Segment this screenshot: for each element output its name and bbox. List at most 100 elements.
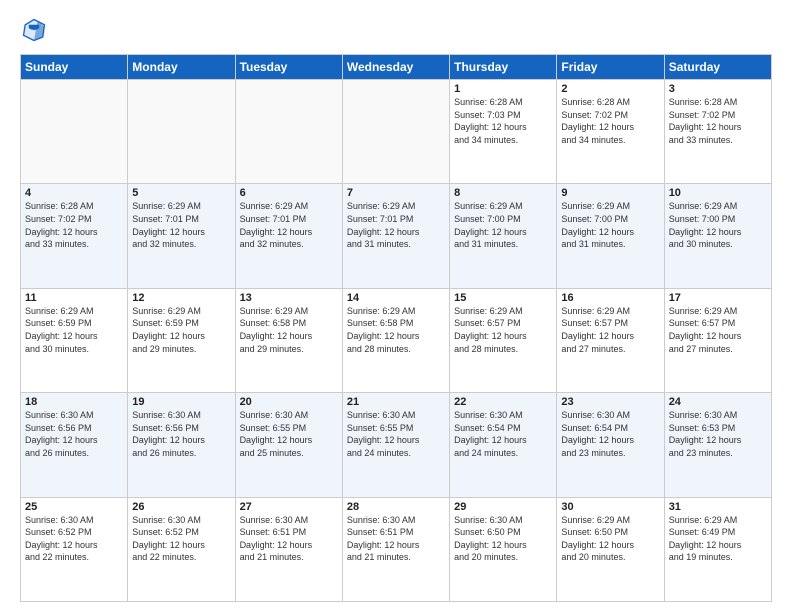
day-info: Sunrise: 6:29 AM Sunset: 6:58 PM Dayligh… [347, 305, 445, 355]
day-info: Sunrise: 6:29 AM Sunset: 7:00 PM Dayligh… [561, 200, 659, 250]
header-thursday: Thursday [450, 55, 557, 80]
day-cell: 24Sunrise: 6:30 AM Sunset: 6:53 PM Dayli… [664, 393, 771, 497]
header-tuesday: Tuesday [235, 55, 342, 80]
day-info: Sunrise: 6:30 AM Sunset: 6:52 PM Dayligh… [132, 514, 230, 564]
day-cell: 21Sunrise: 6:30 AM Sunset: 6:55 PM Dayli… [342, 393, 449, 497]
day-info: Sunrise: 6:29 AM Sunset: 6:59 PM Dayligh… [132, 305, 230, 355]
day-info: Sunrise: 6:29 AM Sunset: 7:01 PM Dayligh… [240, 200, 338, 250]
week-row-4: 18Sunrise: 6:30 AM Sunset: 6:56 PM Dayli… [21, 393, 772, 497]
day-info: Sunrise: 6:30 AM Sunset: 6:53 PM Dayligh… [669, 409, 767, 459]
day-cell: 16Sunrise: 6:29 AM Sunset: 6:57 PM Dayli… [557, 288, 664, 392]
day-cell: 18Sunrise: 6:30 AM Sunset: 6:56 PM Dayli… [21, 393, 128, 497]
day-cell: 25Sunrise: 6:30 AM Sunset: 6:52 PM Dayli… [21, 497, 128, 601]
day-number: 2 [561, 83, 659, 95]
day-info: Sunrise: 6:30 AM Sunset: 6:52 PM Dayligh… [25, 514, 123, 564]
day-cell: 12Sunrise: 6:29 AM Sunset: 6:59 PM Dayli… [128, 288, 235, 392]
day-cell: 3Sunrise: 6:28 AM Sunset: 7:02 PM Daylig… [664, 80, 771, 184]
day-info: Sunrise: 6:29 AM Sunset: 6:50 PM Dayligh… [561, 514, 659, 564]
week-row-2: 4Sunrise: 6:28 AM Sunset: 7:02 PM Daylig… [21, 184, 772, 288]
day-info: Sunrise: 6:30 AM Sunset: 6:51 PM Dayligh… [240, 514, 338, 564]
week-row-5: 25Sunrise: 6:30 AM Sunset: 6:52 PM Dayli… [21, 497, 772, 601]
header [20, 16, 772, 44]
day-info: Sunrise: 6:30 AM Sunset: 6:54 PM Dayligh… [454, 409, 552, 459]
calendar-header-row: SundayMondayTuesdayWednesdayThursdayFrid… [21, 55, 772, 80]
day-info: Sunrise: 6:29 AM Sunset: 7:00 PM Dayligh… [669, 200, 767, 250]
day-info: Sunrise: 6:30 AM Sunset: 6:56 PM Dayligh… [132, 409, 230, 459]
day-number: 19 [132, 396, 230, 408]
day-number: 4 [25, 187, 123, 199]
day-cell: 14Sunrise: 6:29 AM Sunset: 6:58 PM Dayli… [342, 288, 449, 392]
logo-icon [20, 16, 48, 44]
header-wednesday: Wednesday [342, 55, 449, 80]
day-number: 10 [669, 187, 767, 199]
day-cell: 29Sunrise: 6:30 AM Sunset: 6:50 PM Dayli… [450, 497, 557, 601]
day-number: 31 [669, 501, 767, 513]
day-number: 5 [132, 187, 230, 199]
day-number: 27 [240, 501, 338, 513]
day-info: Sunrise: 6:28 AM Sunset: 7:02 PM Dayligh… [25, 200, 123, 250]
day-cell: 1Sunrise: 6:28 AM Sunset: 7:03 PM Daylig… [450, 80, 557, 184]
day-number: 26 [132, 501, 230, 513]
day-number: 29 [454, 501, 552, 513]
day-number: 13 [240, 292, 338, 304]
day-number: 9 [561, 187, 659, 199]
day-number: 18 [25, 396, 123, 408]
day-info: Sunrise: 6:29 AM Sunset: 6:59 PM Dayligh… [25, 305, 123, 355]
day-info: Sunrise: 6:29 AM Sunset: 6:57 PM Dayligh… [454, 305, 552, 355]
day-info: Sunrise: 6:29 AM Sunset: 7:01 PM Dayligh… [347, 200, 445, 250]
day-number: 15 [454, 292, 552, 304]
day-number: 11 [25, 292, 123, 304]
day-number: 14 [347, 292, 445, 304]
day-cell [235, 80, 342, 184]
day-cell: 9Sunrise: 6:29 AM Sunset: 7:00 PM Daylig… [557, 184, 664, 288]
day-number: 20 [240, 396, 338, 408]
day-number: 8 [454, 187, 552, 199]
day-cell: 26Sunrise: 6:30 AM Sunset: 6:52 PM Dayli… [128, 497, 235, 601]
day-number: 21 [347, 396, 445, 408]
day-cell: 23Sunrise: 6:30 AM Sunset: 6:54 PM Dayli… [557, 393, 664, 497]
week-row-3: 11Sunrise: 6:29 AM Sunset: 6:59 PM Dayli… [21, 288, 772, 392]
day-cell: 31Sunrise: 6:29 AM Sunset: 6:49 PM Dayli… [664, 497, 771, 601]
day-info: Sunrise: 6:28 AM Sunset: 7:02 PM Dayligh… [669, 96, 767, 146]
day-info: Sunrise: 6:28 AM Sunset: 7:03 PM Dayligh… [454, 96, 552, 146]
day-cell: 17Sunrise: 6:29 AM Sunset: 6:57 PM Dayli… [664, 288, 771, 392]
day-info: Sunrise: 6:29 AM Sunset: 6:57 PM Dayligh… [561, 305, 659, 355]
day-info: Sunrise: 6:30 AM Sunset: 6:55 PM Dayligh… [347, 409, 445, 459]
header-monday: Monday [128, 55, 235, 80]
day-number: 3 [669, 83, 767, 95]
day-cell: 6Sunrise: 6:29 AM Sunset: 7:01 PM Daylig… [235, 184, 342, 288]
header-sunday: Sunday [21, 55, 128, 80]
header-saturday: Saturday [664, 55, 771, 80]
day-number: 22 [454, 396, 552, 408]
day-number: 1 [454, 83, 552, 95]
day-cell: 13Sunrise: 6:29 AM Sunset: 6:58 PM Dayli… [235, 288, 342, 392]
day-info: Sunrise: 6:29 AM Sunset: 6:49 PM Dayligh… [669, 514, 767, 564]
day-cell: 4Sunrise: 6:28 AM Sunset: 7:02 PM Daylig… [21, 184, 128, 288]
day-info: Sunrise: 6:29 AM Sunset: 6:58 PM Dayligh… [240, 305, 338, 355]
day-cell: 27Sunrise: 6:30 AM Sunset: 6:51 PM Dayli… [235, 497, 342, 601]
day-number: 6 [240, 187, 338, 199]
calendar: SundayMondayTuesdayWednesdayThursdayFrid… [20, 54, 772, 602]
day-info: Sunrise: 6:30 AM Sunset: 6:54 PM Dayligh… [561, 409, 659, 459]
day-info: Sunrise: 6:28 AM Sunset: 7:02 PM Dayligh… [561, 96, 659, 146]
day-info: Sunrise: 6:29 AM Sunset: 7:00 PM Dayligh… [454, 200, 552, 250]
day-cell: 10Sunrise: 6:29 AM Sunset: 7:00 PM Dayli… [664, 184, 771, 288]
day-cell: 28Sunrise: 6:30 AM Sunset: 6:51 PM Dayli… [342, 497, 449, 601]
day-cell: 15Sunrise: 6:29 AM Sunset: 6:57 PM Dayli… [450, 288, 557, 392]
day-number: 7 [347, 187, 445, 199]
day-cell [128, 80, 235, 184]
day-number: 25 [25, 501, 123, 513]
day-cell: 7Sunrise: 6:29 AM Sunset: 7:01 PM Daylig… [342, 184, 449, 288]
day-cell: 30Sunrise: 6:29 AM Sunset: 6:50 PM Dayli… [557, 497, 664, 601]
day-cell: 22Sunrise: 6:30 AM Sunset: 6:54 PM Dayli… [450, 393, 557, 497]
day-info: Sunrise: 6:30 AM Sunset: 6:56 PM Dayligh… [25, 409, 123, 459]
day-info: Sunrise: 6:29 AM Sunset: 6:57 PM Dayligh… [669, 305, 767, 355]
day-number: 23 [561, 396, 659, 408]
day-number: 17 [669, 292, 767, 304]
day-info: Sunrise: 6:29 AM Sunset: 7:01 PM Dayligh… [132, 200, 230, 250]
day-cell: 8Sunrise: 6:29 AM Sunset: 7:00 PM Daylig… [450, 184, 557, 288]
day-number: 28 [347, 501, 445, 513]
day-number: 16 [561, 292, 659, 304]
day-cell: 19Sunrise: 6:30 AM Sunset: 6:56 PM Dayli… [128, 393, 235, 497]
day-cell: 5Sunrise: 6:29 AM Sunset: 7:01 PM Daylig… [128, 184, 235, 288]
